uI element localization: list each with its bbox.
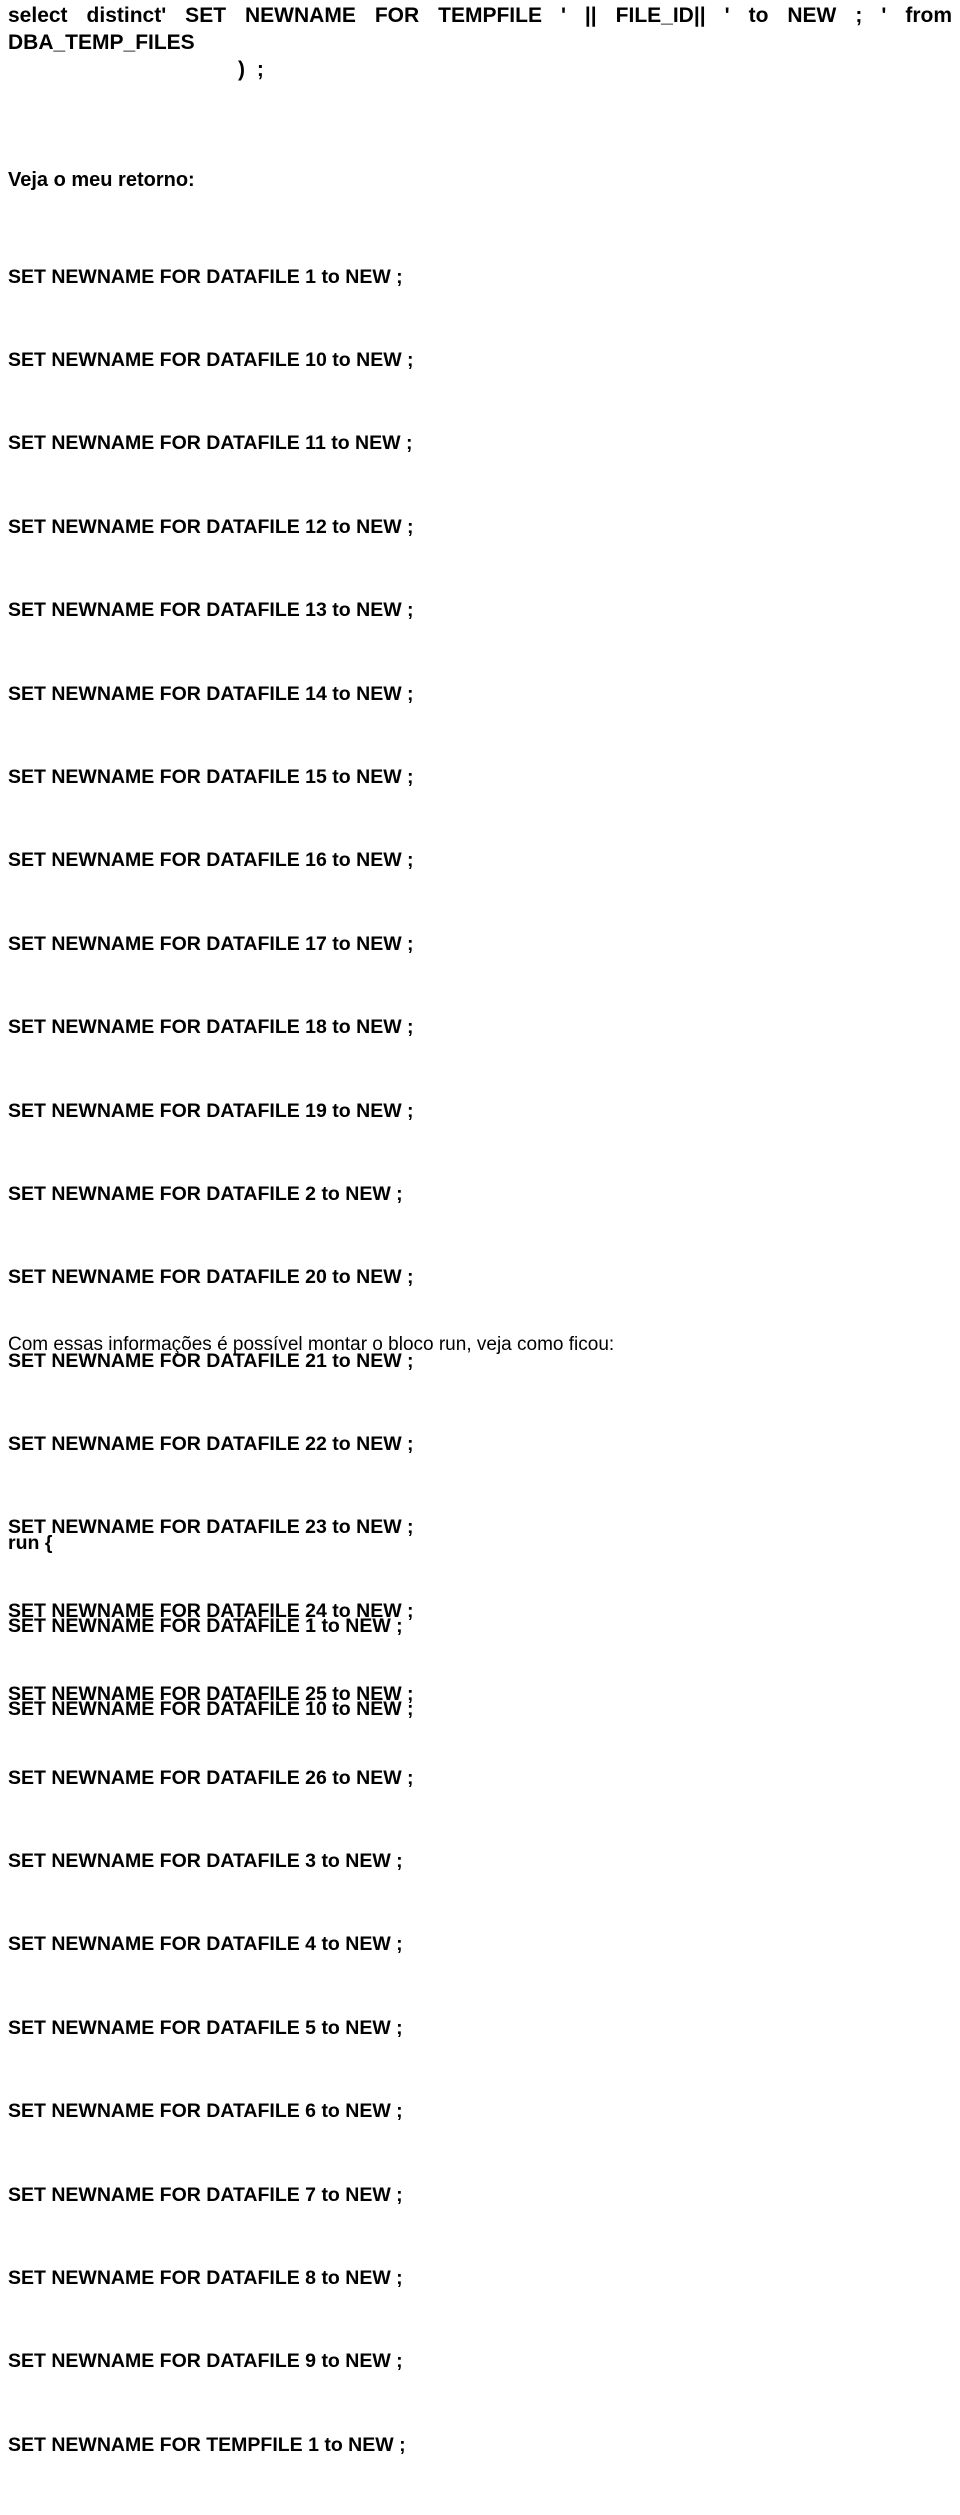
output-line: SET NEWNAME FOR DATAFILE 18 to NEW ;	[8, 1016, 414, 1039]
run-block-line: SET NEWNAME FOR DATAFILE 10 to NEW ;	[8, 1698, 414, 1721]
output-line: SET NEWNAME FOR DATAFILE 2 to NEW ;	[8, 1182, 403, 1205]
output-line: SET NEWNAME FOR DATAFILE 8 to NEW ;	[8, 2266, 403, 2289]
output-line: SET NEWNAME FOR DATAFILE 4 to NEW ;	[8, 1933, 403, 1956]
veja-heading: Veja o meu retorno:	[8, 169, 195, 191]
sql-header-line-1: select distinct' SET NEWNAME FOR TEMPFIL…	[8, 4, 952, 27]
run-block-line: SET NEWNAME FOR DATAFILE 1 to NEW ;	[8, 1614, 403, 1637]
output-line: SET NEWNAME FOR DATAFILE 14 to NEW ;	[8, 682, 414, 705]
output-line: SET NEWNAME FOR DATAFILE 3 to NEW ;	[8, 1850, 403, 1873]
output-line: SET NEWNAME FOR DATAFILE 22 to NEW ;	[8, 1433, 414, 1456]
sql-header-line-2: DBA_TEMP_FILES	[8, 31, 195, 54]
output-line: SET NEWNAME FOR DATAFILE 13 to NEW ;	[8, 599, 414, 622]
output-line: SET NEWNAME FOR DATAFILE 9 to NEW ;	[8, 2350, 403, 2373]
output-line: SET NEWNAME FOR DATAFILE 6 to NEW ;	[8, 2100, 403, 2123]
run-block-line: run {	[8, 1531, 53, 1554]
output-line: SET NEWNAME FOR DATAFILE 1 to NEW ;	[8, 265, 403, 288]
output-line: SET NEWNAME FOR DATAFILE 12 to NEW ;	[8, 515, 414, 538]
output-line: SET NEWNAME FOR TEMPFILE 1 to NEW ;	[8, 2433, 406, 2456]
output-line: SET NEWNAME FOR DATAFILE 17 to NEW ;	[8, 932, 414, 955]
output-line: SET NEWNAME FOR DATAFILE 16 to NEW ;	[8, 849, 414, 872]
document-page: select distinct' SET NEWNAME FOR TEMPFIL…	[0, 0, 960, 2456]
output-line: SET NEWNAME FOR DATAFILE 15 to NEW ;	[8, 765, 414, 788]
output-line: SET NEWNAME FOR DATAFILE 20 to NEW ;	[8, 1266, 414, 1289]
mid-paragraph: Com essas informações é possível montar …	[8, 1334, 615, 1355]
output-line: SET NEWNAME FOR DATAFILE 11 to NEW ;	[8, 432, 413, 455]
output-line: SET NEWNAME FOR DATAFILE 10 to NEW ;	[8, 348, 414, 371]
output-line: SET NEWNAME FOR DATAFILE 7 to NEW ;	[8, 2183, 403, 2206]
output-line: SET NEWNAME FOR DATAFILE 5 to NEW ;	[8, 2016, 403, 2039]
output-list: SET NEWNAME FOR DATAFILE 1 to NEW ; SET …	[8, 208, 414, 2515]
sql-header-block: select distinct' SET NEWNAME FOR TEMPFIL…	[8, 2, 952, 56]
sql-closing-paren: ) ;	[238, 58, 267, 81]
output-line: SET NEWNAME FOR DATAFILE 19 to NEW ;	[8, 1099, 414, 1122]
run-block: run { SET NEWNAME FOR DATAFILE 1 to NEW …	[8, 1474, 414, 1780]
